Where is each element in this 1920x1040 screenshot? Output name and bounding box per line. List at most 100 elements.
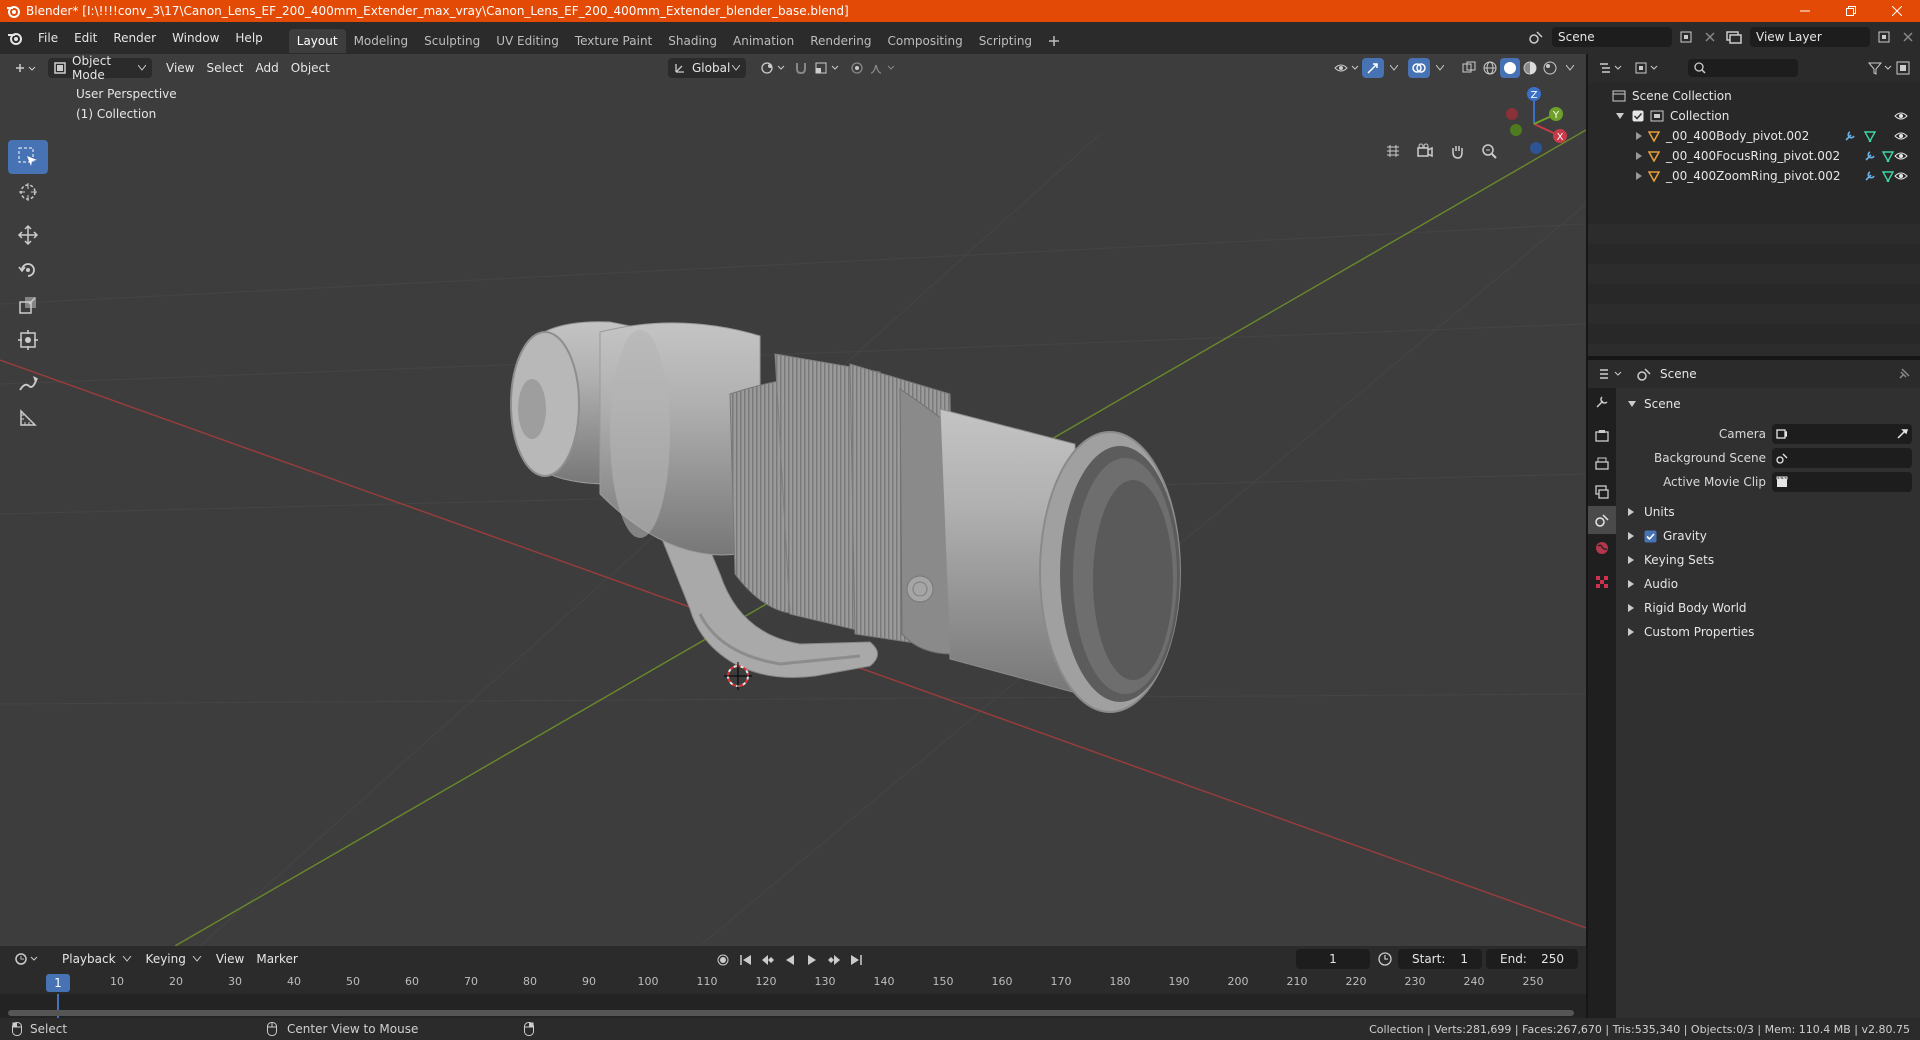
modifier-wrench-icon[interactable] (1864, 150, 1876, 162)
camera-field[interactable] (1772, 424, 1912, 444)
active-movie-clip-field[interactable] (1772, 472, 1912, 492)
viewport-menu-view[interactable]: View (160, 58, 200, 78)
camera-view-icon[interactable] (1412, 138, 1438, 164)
shading-dropdown[interactable] (1560, 58, 1580, 78)
pin-icon[interactable] (1898, 368, 1910, 380)
delete-scene-icon[interactable] (1700, 32, 1720, 42)
world-tab-icon[interactable] (1588, 534, 1616, 562)
timeline-ruler[interactable]: 1 10 20 30 40 50 60 70 80 90 100 110 120 130 140 150 16… (0, 972, 1586, 994)
material-preview-button[interactable] (1520, 58, 1540, 78)
tab-uv-editing[interactable]: UV Editing (488, 29, 567, 53)
render-tab-icon[interactable] (1588, 422, 1616, 450)
play-reverse-icon[interactable] (780, 950, 800, 970)
minimize-button[interactable] (1782, 0, 1828, 22)
jump-keyframe-back-icon[interactable] (758, 950, 778, 970)
expand-arrow-icon[interactable] (1636, 152, 1642, 160)
expand-arrow-icon[interactable] (1616, 112, 1624, 120)
mode-selector[interactable]: Object Mode (48, 54, 152, 82)
close-window-button[interactable] (1874, 0, 1920, 22)
scene-panel-header[interactable]: Scene (1616, 392, 1920, 416)
move-tool[interactable] (8, 218, 48, 252)
play-icon[interactable] (802, 950, 822, 970)
record-icon[interactable] (712, 950, 734, 970)
scene-tab-icon[interactable] (1588, 506, 1616, 534)
mesh-data-icon[interactable] (1882, 150, 1894, 162)
annotate-tool[interactable] (8, 366, 48, 400)
visibility-eye-icon[interactable] (1894, 151, 1908, 161)
scene-icon[interactable] (1524, 30, 1548, 44)
menu-file[interactable]: File (30, 27, 66, 49)
new-scene-icon[interactable] (1676, 31, 1696, 43)
restore-button[interactable] (1828, 0, 1874, 22)
output-tab-icon[interactable] (1588, 450, 1616, 478)
current-frame-field[interactable]: 1 (1296, 949, 1370, 969)
3d-viewport[interactable]: Object Mode View Select Add Object Globa… (0, 54, 1586, 946)
new-view-layer-icon[interactable] (1874, 31, 1894, 43)
outliner-scene-collection[interactable]: Scene Collection (1588, 86, 1920, 106)
gravity-panel-header[interactable]: Gravity (1616, 524, 1920, 548)
timeline-scrollbar[interactable] (8, 1010, 1574, 1016)
modifier-wrench-icon[interactable] (1844, 130, 1856, 142)
solid-shading-button[interactable] (1500, 58, 1520, 78)
gizmo-neg-x-axis[interactable] (1506, 108, 1518, 120)
gizmo-neg-y-axis[interactable] (1510, 124, 1522, 136)
visibility-eye-icon[interactable] (1894, 131, 1908, 141)
timeline-editor-type-button[interactable] (8, 949, 46, 969)
viewport-menu-object[interactable]: Object (285, 58, 336, 78)
tab-rendering[interactable]: Rendering (802, 29, 879, 53)
tab-texture-paint[interactable]: Texture Paint (567, 29, 660, 53)
collection-checkbox[interactable] (1632, 110, 1644, 122)
tab-modeling[interactable]: Modeling (346, 29, 417, 53)
timeline-menu-view[interactable]: View (210, 949, 250, 969)
transform-orientation-selector[interactable]: Global (668, 58, 746, 78)
transform-tool[interactable] (8, 323, 48, 357)
timeline-menu-marker[interactable]: Marker (250, 949, 303, 969)
preview-range-clock-icon[interactable] (1378, 952, 1392, 966)
mesh-data-icon[interactable] (1882, 170, 1894, 182)
blender-menu-icon[interactable] (0, 27, 30, 49)
gizmo-neg-z-axis[interactable] (1530, 142, 1542, 154)
tab-shading[interactable]: Shading (660, 29, 725, 53)
end-frame-field[interactable]: End: 250 (1486, 949, 1578, 969)
outliner-object-row[interactable]: _00_400ZoomRing_pivot.002 (1588, 166, 1920, 186)
start-frame-field[interactable]: Start: 1 (1398, 949, 1482, 969)
background-scene-field[interactable] (1772, 448, 1912, 468)
timeline-menu-playback[interactable]: Playback (56, 949, 140, 969)
rigid-body-world-panel-header[interactable]: Rigid Body World (1616, 596, 1920, 620)
outliner-search-input[interactable] (1688, 59, 1798, 77)
filter-icon[interactable] (1868, 61, 1892, 75)
tab-sculpting[interactable]: Sculpting (416, 29, 488, 53)
gravity-checkbox[interactable] (1644, 530, 1657, 543)
scale-tool[interactable] (8, 288, 48, 322)
timeline-track[interactable] (0, 994, 1586, 1018)
rotate-tool[interactable] (8, 253, 48, 287)
current-frame-indicator[interactable]: 1 (46, 974, 70, 992)
menu-edit[interactable]: Edit (66, 27, 105, 49)
custom-properties-panel-header[interactable]: Custom Properties (1616, 620, 1920, 644)
visibility-eye-icon[interactable] (1894, 171, 1908, 181)
tab-scripting[interactable]: Scripting (971, 29, 1040, 53)
measure-tool[interactable] (8, 401, 48, 435)
editor-type-button[interactable] (8, 58, 42, 78)
pan-view-hand-icon[interactable] (1444, 138, 1470, 164)
view-layer-selector[interactable]: View Layer (1750, 27, 1870, 47)
toggle-camera-grid-icon[interactable] (1380, 138, 1406, 164)
navigation-gizmo[interactable]: Z X Y (1494, 84, 1574, 164)
cursor-tool[interactable] (8, 175, 48, 209)
eyedropper-icon[interactable] (1896, 428, 1908, 440)
outliner-collection[interactable]: Collection (1588, 106, 1920, 126)
proportional-falloff-button[interactable] (864, 58, 904, 78)
keying-sets-panel-header[interactable]: Keying Sets (1616, 548, 1920, 572)
snap-target-button[interactable] (808, 58, 848, 78)
overlays-toggle[interactable] (1408, 58, 1430, 78)
gizmo-dropdown[interactable] (1384, 58, 1404, 78)
jump-end-icon[interactable] (846, 950, 866, 970)
xray-toggle[interactable] (1456, 58, 1482, 78)
delete-view-layer-icon[interactable] (1898, 32, 1918, 42)
visibility-eye-icon[interactable] (1894, 111, 1908, 121)
modifier-wrench-icon[interactable] (1864, 170, 1876, 182)
outliner-object-row[interactable]: _00_400Body_pivot.002 (1588, 126, 1920, 146)
rendered-shading-button[interactable] (1540, 58, 1560, 78)
texture-tab-icon[interactable] (1588, 568, 1616, 596)
viewport-menu-add[interactable]: Add (250, 58, 285, 78)
